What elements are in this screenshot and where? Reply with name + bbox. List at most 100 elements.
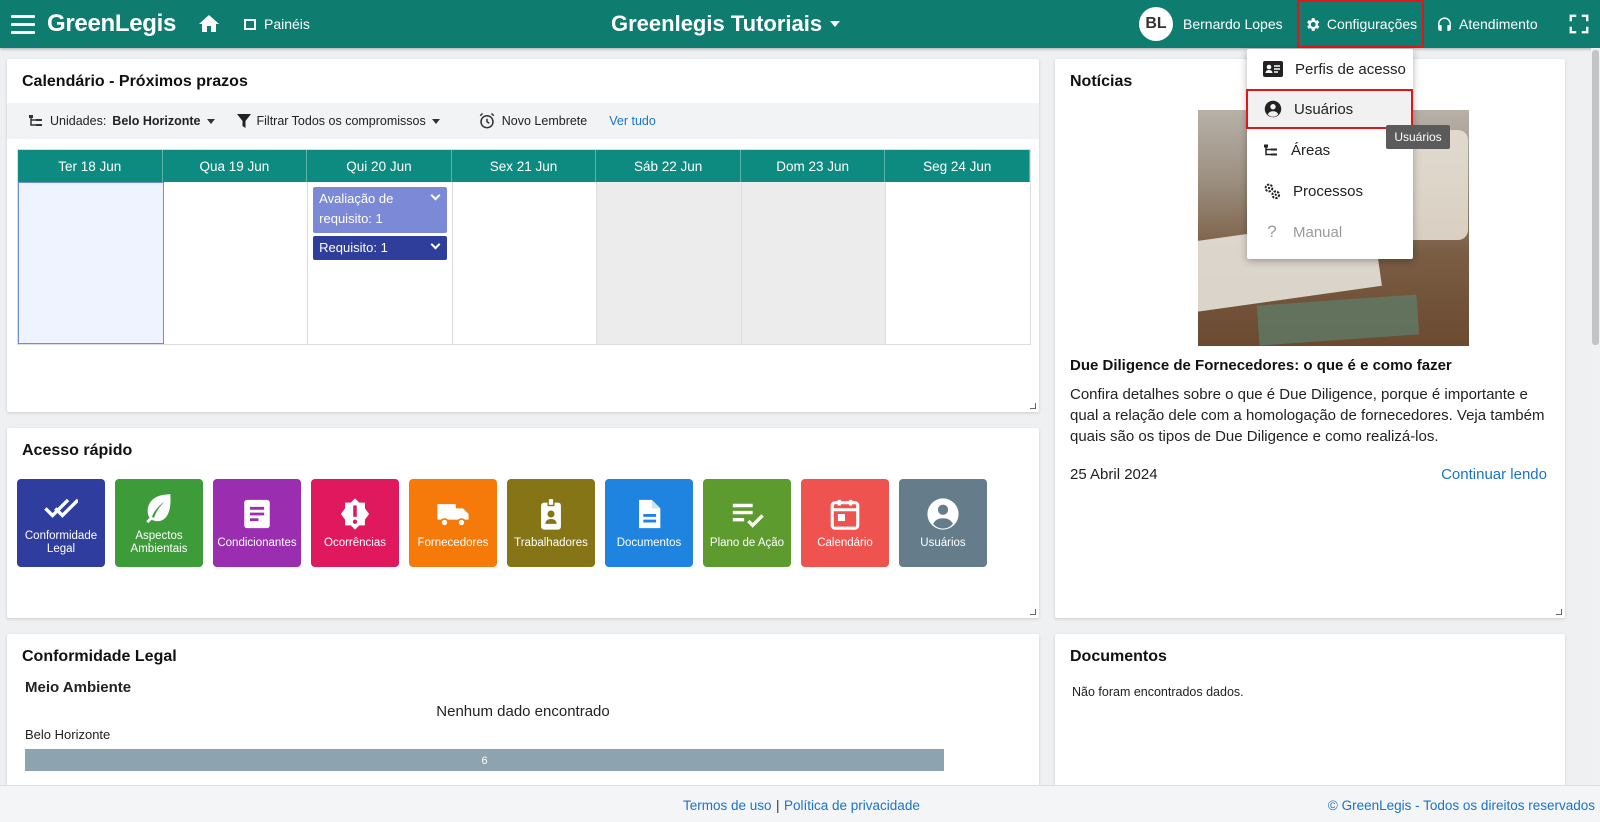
tile-aspectos-ambientais[interactable]: Aspectos Ambientais <box>115 479 203 567</box>
day-cell[interactable] <box>597 182 742 344</box>
paineis-button[interactable]: Painéis <box>244 0 310 48</box>
quick-access-tiles: Conformidade Legal Aspectos Ambientais C… <box>17 479 987 567</box>
tile-label: Conformidade Legal <box>24 530 98 555</box>
continuar-lendo-link[interactable]: Continuar lendo <box>1441 466 1547 483</box>
resize-handle[interactable] <box>1556 609 1562 615</box>
paineis-label: Painéis <box>264 16 310 32</box>
menu-item-manual[interactable]: ? Manual <box>1247 212 1413 252</box>
unidades-label: Unidades: <box>50 114 107 128</box>
event-label: Requisito: 1 <box>319 240 388 255</box>
event-requisito[interactable]: Requisito: 1 <box>313 236 448 260</box>
resize-handle[interactable] <box>1030 609 1036 615</box>
day-header: Dom 23 Jun <box>741 150 886 182</box>
day-cell[interactable]: Avaliação de requisito: 1 Requisito: 1 <box>308 182 453 344</box>
menu-item-perfis-de-acesso[interactable]: Perfis de acesso <box>1247 49 1413 89</box>
menu-icon[interactable] <box>10 0 36 48</box>
configuracoes-menu: Perfis de acesso Usuários Áreas Processo… <box>1246 49 1413 259</box>
news-headline[interactable]: Due Diligence de Fornecedores: o que é e… <box>1070 357 1452 374</box>
quick-access-card: Acesso rápido Conformidade Legal Aspecto… <box>7 428 1039 618</box>
day-header: Seg 24 Jun <box>885 150 1031 182</box>
bar-chart-bar[interactable]: 6 <box>25 749 944 771</box>
account-circle-icon <box>927 497 959 530</box>
workspace-title: Greenlegis Tutoriais <box>611 11 823 36</box>
tile-label: Condicionantes <box>217 536 297 549</box>
event-label: Avaliação de requisito: 1 <box>319 191 394 226</box>
menu-item-label: Processos <box>1293 182 1364 200</box>
tile-label: Trabalhadores <box>514 536 588 549</box>
day-cell[interactable] <box>886 182 1030 344</box>
tile-label: Documentos <box>616 536 682 549</box>
double-check-icon <box>44 498 78 518</box>
tile-condicionantes[interactable]: Condicionantes <box>213 479 301 567</box>
gear-icon <box>1306 17 1320 31</box>
filtrar-filter[interactable]: Filtrar Todos os compromissos <box>236 113 440 129</box>
account-circle-icon <box>1264 100 1282 118</box>
unidades-filter[interactable]: Unidades: Belo Horizonte <box>28 114 215 128</box>
fullscreen-icon[interactable] <box>1568 0 1590 48</box>
menu-item-label: Manual <box>1293 223 1343 241</box>
panel-icon <box>244 18 256 30</box>
tile-usuarios[interactable]: Usuários <box>899 479 987 567</box>
chevron-down-icon <box>431 118 440 124</box>
tile-conformidade-legal[interactable]: Conformidade Legal <box>17 479 105 567</box>
calendar-icon <box>830 499 860 530</box>
news-body: Confira detalhes sobre o que é Due Dilig… <box>1070 386 1545 445</box>
news-title: Notícias <box>1070 73 1133 90</box>
menu-item-label: Perfis de acesso <box>1295 60 1406 78</box>
day-cell[interactable] <box>741 182 887 344</box>
politica-link[interactable]: Política de privacidade <box>784 798 920 813</box>
brand-logo[interactable]: GreenLegis <box>47 0 176 48</box>
top-navbar: GreenLegis Painéis Greenlegis Tutoriais … <box>0 0 1600 48</box>
hierarchy-icon <box>1264 144 1277 155</box>
truck-icon <box>437 503 469 527</box>
day-cell[interactable] <box>453 182 598 344</box>
tile-label: Aspectos Ambientais <box>130 530 188 555</box>
documentos-title: Documentos <box>1070 648 1167 665</box>
documentos-card: Documentos Não foram encontrados dados. <box>1055 634 1565 794</box>
headset-icon <box>1438 16 1451 31</box>
meio-ambiente-subtitle: Meio Ambiente <box>25 679 132 696</box>
day-cell[interactable] <box>18 182 164 344</box>
atendimento-button[interactable]: Atendimento <box>1436 0 1538 48</box>
document-list-icon <box>244 499 270 528</box>
checklist-icon <box>732 503 764 528</box>
atendimento-label: Atendimento <box>1459 16 1538 32</box>
tile-fornecedores[interactable]: Fornecedores <box>409 479 497 567</box>
tile-calendario[interactable]: Calendário <box>801 479 889 567</box>
configuracoes-label: Configurações <box>1326 16 1418 32</box>
day-header: Sáb 22 Jun <box>596 150 741 182</box>
tile-trabalhadores[interactable]: Trabalhadores <box>507 479 595 567</box>
hierarchy-icon <box>29 115 42 126</box>
user-menu[interactable]: BL Bernardo Lopes <box>1139 0 1283 48</box>
avatar: BL <box>1139 7 1173 41</box>
footer: Termos de uso | Política de privacidade … <box>0 785 1600 822</box>
filtrar-label: Filtrar Todos os compromissos <box>256 114 426 128</box>
quick-access-title: Acesso rápido <box>22 442 133 459</box>
calendar-card: Calendário - Próximos prazos Unidades: B… <box>7 59 1039 412</box>
tooltip: Usuários <box>1386 125 1450 149</box>
home-icon[interactable] <box>196 0 222 48</box>
resize-handle[interactable] <box>1030 403 1036 409</box>
menu-item-processos[interactable]: Processos <box>1247 171 1413 211</box>
chevron-down-icon[interactable] <box>430 239 441 250</box>
novo-lembrete-button[interactable]: Novo Lembrete <box>478 112 587 130</box>
news-date: 25 Abril 2024 <box>1070 466 1158 483</box>
id-badge-icon <box>541 497 561 530</box>
filter-icon <box>236 113 251 128</box>
scrollbar[interactable] <box>1591 48 1600 785</box>
tile-documentos[interactable]: Documentos <box>605 479 693 567</box>
tile-ocorrencias[interactable]: Ocorrências <box>311 479 399 567</box>
chevron-down-icon[interactable] <box>430 190 441 201</box>
tile-plano-de-acao[interactable]: Plano de Ação <box>703 479 791 567</box>
week-calendar: Ter 18 Jun Qua 19 Jun Qui 20 Jun Sex 21 … <box>17 149 1031 345</box>
configuracoes-button[interactable]: Configurações <box>1297 0 1424 48</box>
ver-tudo-link[interactable]: Ver tudo <box>609 114 656 128</box>
day-cell[interactable] <box>164 182 309 344</box>
workspace-selector[interactable]: Greenlegis Tutoriais <box>611 0 841 48</box>
event-avaliacao[interactable]: Avaliação de requisito: 1 <box>313 187 448 233</box>
scrollbar-thumb[interactable] <box>1592 50 1599 345</box>
calendar-title: Calendário - Próximos prazos <box>22 73 248 90</box>
menu-item-usuarios[interactable]: Usuários <box>1246 89 1413 129</box>
day-header: Qua 19 Jun <box>163 150 308 182</box>
termos-link[interactable]: Termos de uso <box>683 798 772 813</box>
